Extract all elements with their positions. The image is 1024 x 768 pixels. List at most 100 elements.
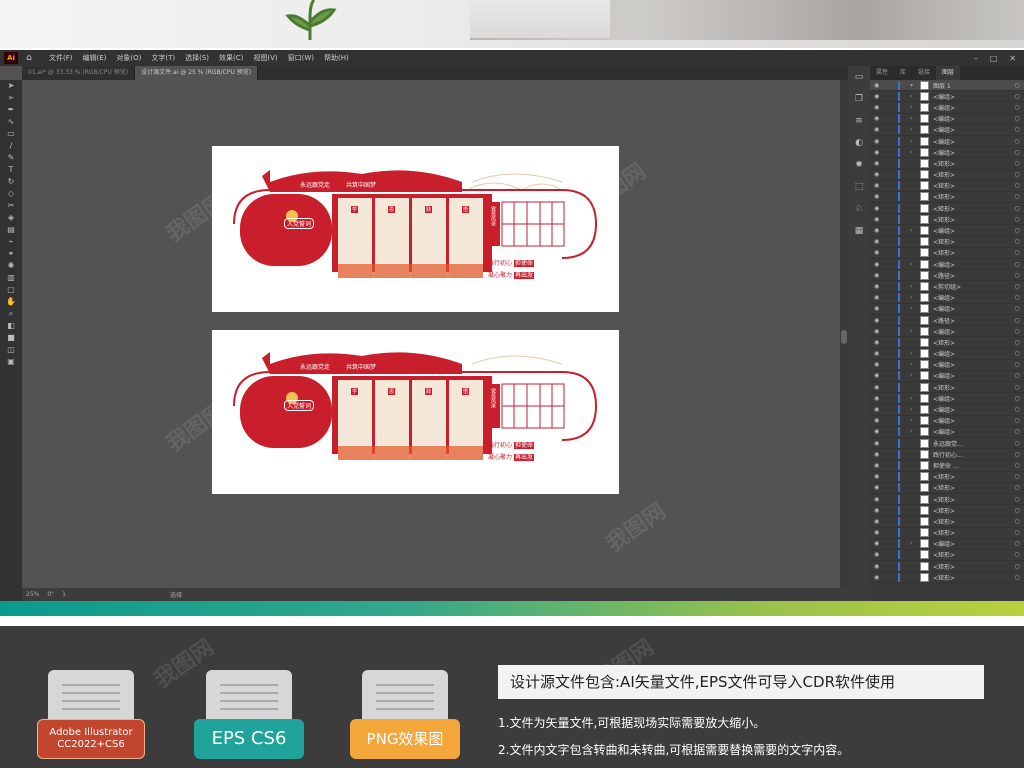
layer-name[interactable]: <编组> [933,148,1010,157]
target-circle-icon[interactable]: ○ [1010,272,1024,279]
visibility-eye-icon[interactable]: ◉ [874,451,886,458]
zoom-tool-icon[interactable]: ⌕ [0,308,22,320]
pages-icon[interactable]: ❐ [848,88,870,110]
layer-row[interactable]: ◉ <矩形> ○ [870,237,1024,248]
visibility-eye-icon[interactable]: ◉ [874,205,886,212]
layer-row[interactable]: ◉ 永远跟党... ○ [870,438,1024,450]
layer-name[interactable]: 图层 1 [933,81,1010,90]
layer-row[interactable]: ◉ › <编组> ○ [870,102,1024,114]
expand-arrow-icon[interactable]: › [910,395,920,402]
layer-row[interactable]: ◉ <矩形> ○ [870,483,1024,494]
visibility-eye-icon[interactable]: ◉ [874,518,886,525]
layer-row[interactable]: ◉ <矩形> ○ [870,192,1024,204]
target-circle-icon[interactable]: ○ [1010,193,1024,200]
visibility-eye-icon[interactable]: ◉ [874,540,886,547]
visibility-eye-icon[interactable]: ◉ [874,272,886,279]
layer-name[interactable]: <矩形> [933,383,1010,392]
layer-name[interactable]: <矩形> [933,483,1010,492]
layer-row[interactable]: ◉ <矩形> ○ [870,382,1024,394]
layer-name[interactable]: <剪切组> [933,282,1010,291]
visibility-eye-icon[interactable]: ◉ [874,462,886,469]
layer-name[interactable]: <编组> [933,114,1010,123]
scroll-thumb[interactable] [841,330,847,344]
layer-row[interactable]: ◉ <矩形> ○ [870,158,1024,170]
layer-row[interactable]: ◉ › <编组> ○ [870,114,1024,125]
visibility-eye-icon[interactable]: ◉ [874,294,886,301]
layer-name[interactable]: <编组> [933,360,1010,369]
layer-name[interactable]: <编组> [933,394,1010,403]
layer-name[interactable]: <矩形> [933,237,1010,246]
artboard-tool-icon[interactable]: ▢ [0,284,22,296]
target-circle-icon[interactable]: ○ [1010,529,1024,536]
expand-arrow-icon[interactable]: › [910,93,920,100]
eraser-tool-icon[interactable]: ◇ [0,188,22,200]
tab-libraries[interactable]: 库 [894,66,912,80]
layer-name[interactable]: <矩形> [933,248,1010,257]
transform-icon[interactable]: ⬚ [848,176,870,198]
visibility-eye-icon[interactable]: ◉ [874,406,886,413]
layer-name[interactable]: <编组> [933,293,1010,302]
canvas-area[interactable]: 永远跟党走 共筑中国梦 入党誓词 学 思 践 悟 党员风采 践行初心 担使命 凝… [22,80,840,588]
layer-row[interactable]: ◉ › <编组> ○ [870,371,1024,383]
menu-edit[interactable]: 编辑(E) [83,53,107,63]
hand-tool-icon[interactable]: ✋ [0,296,22,308]
expand-arrow-icon[interactable]: › [910,417,920,424]
visibility-eye-icon[interactable]: ◉ [874,160,886,167]
expand-arrow-icon[interactable]: › [910,372,920,379]
artboard-number[interactable]: 1 [62,591,66,598]
expand-arrow-icon[interactable]: › [910,115,920,122]
target-circle-icon[interactable]: ○ [1010,261,1024,268]
menu-help[interactable]: 帮助(H) [324,53,349,63]
width-tool-icon[interactable]: ✂ [0,200,22,212]
shape-builder-tool-icon[interactable]: ◈ [0,212,22,224]
layer-name[interactable]: <编组> [933,260,1010,269]
fill-stroke-icon[interactable]: ◧ [0,320,22,332]
target-circle-icon[interactable]: ○ [1010,428,1024,435]
layer-row[interactable]: ◉ › <编组> ○ [870,427,1024,438]
layer-row[interactable]: ◉ › <编组> ○ [870,91,1024,103]
target-circle-icon[interactable]: ○ [1010,249,1024,256]
target-circle-icon[interactable]: ○ [1010,507,1024,514]
layer-row[interactable]: ◉ <矩形> ○ [870,214,1024,226]
layer-row[interactable]: ◉ › <编组> ○ [870,326,1024,338]
layer-row[interactable]: ◉ <矩形> ○ [870,472,1024,483]
target-circle-icon[interactable]: ○ [1010,462,1024,469]
expand-arrow-icon[interactable]: › [910,406,920,413]
visibility-eye-icon[interactable]: ◉ [874,574,886,581]
visibility-eye-icon[interactable]: ◉ [874,350,886,357]
expand-arrow-icon[interactable]: › [910,428,920,435]
target-circle-icon[interactable]: ○ [1010,350,1024,357]
menu-view[interactable]: 视图(V) [253,53,277,63]
expand-arrow-icon[interactable]: › [910,149,920,156]
layer-name[interactable]: <路径> [933,271,1010,280]
target-circle-icon[interactable]: ○ [1010,384,1024,391]
gradient-icon[interactable]: ▦ [848,220,870,242]
visibility-eye-icon[interactable]: ◉ [874,104,886,111]
visibility-eye-icon[interactable]: ◉ [874,227,886,234]
layer-row[interactable]: ◉ › <编组> ○ [870,125,1024,136]
expand-arrow-icon[interactable]: › [910,328,920,335]
layer-name[interactable]: <编组> [933,371,1010,380]
target-circle-icon[interactable]: ○ [1010,305,1024,312]
visibility-eye-icon[interactable]: ◉ [874,82,886,89]
layer-name[interactable]: <编组> [933,349,1010,358]
layer-row[interactable]: ◉ › <编组> ○ [870,293,1024,304]
target-circle-icon[interactable]: ○ [1010,294,1024,301]
layer-name[interactable]: <编组> [933,125,1010,134]
target-circle-icon[interactable]: ○ [1010,451,1024,458]
visibility-eye-icon[interactable]: ◉ [874,193,886,200]
layer-name[interactable]: <编组> [933,103,1010,112]
draw-mode-icon[interactable]: ◫ [0,344,22,356]
expand-arrow-icon[interactable]: › [910,305,920,312]
layer-name[interactable]: <编组> [933,427,1010,436]
rotate-tool-icon[interactable]: ↻ [0,176,22,188]
visibility-eye-icon[interactable]: ◉ [874,361,886,368]
maximize-icon[interactable]: □ [990,54,998,63]
layer-row[interactable]: ◉ › <编组> ○ [870,416,1024,427]
visibility-eye-icon[interactable]: ◉ [874,216,886,223]
layer-row[interactable]: ◉ › <编组> ○ [870,349,1024,360]
layer-name[interactable]: <矩形> [933,472,1010,481]
graph-tool-icon[interactable]: ▥ [0,272,22,284]
vertical-scrollbar[interactable] [840,80,848,588]
screen-mode-icon[interactable]: ▣ [0,356,22,368]
